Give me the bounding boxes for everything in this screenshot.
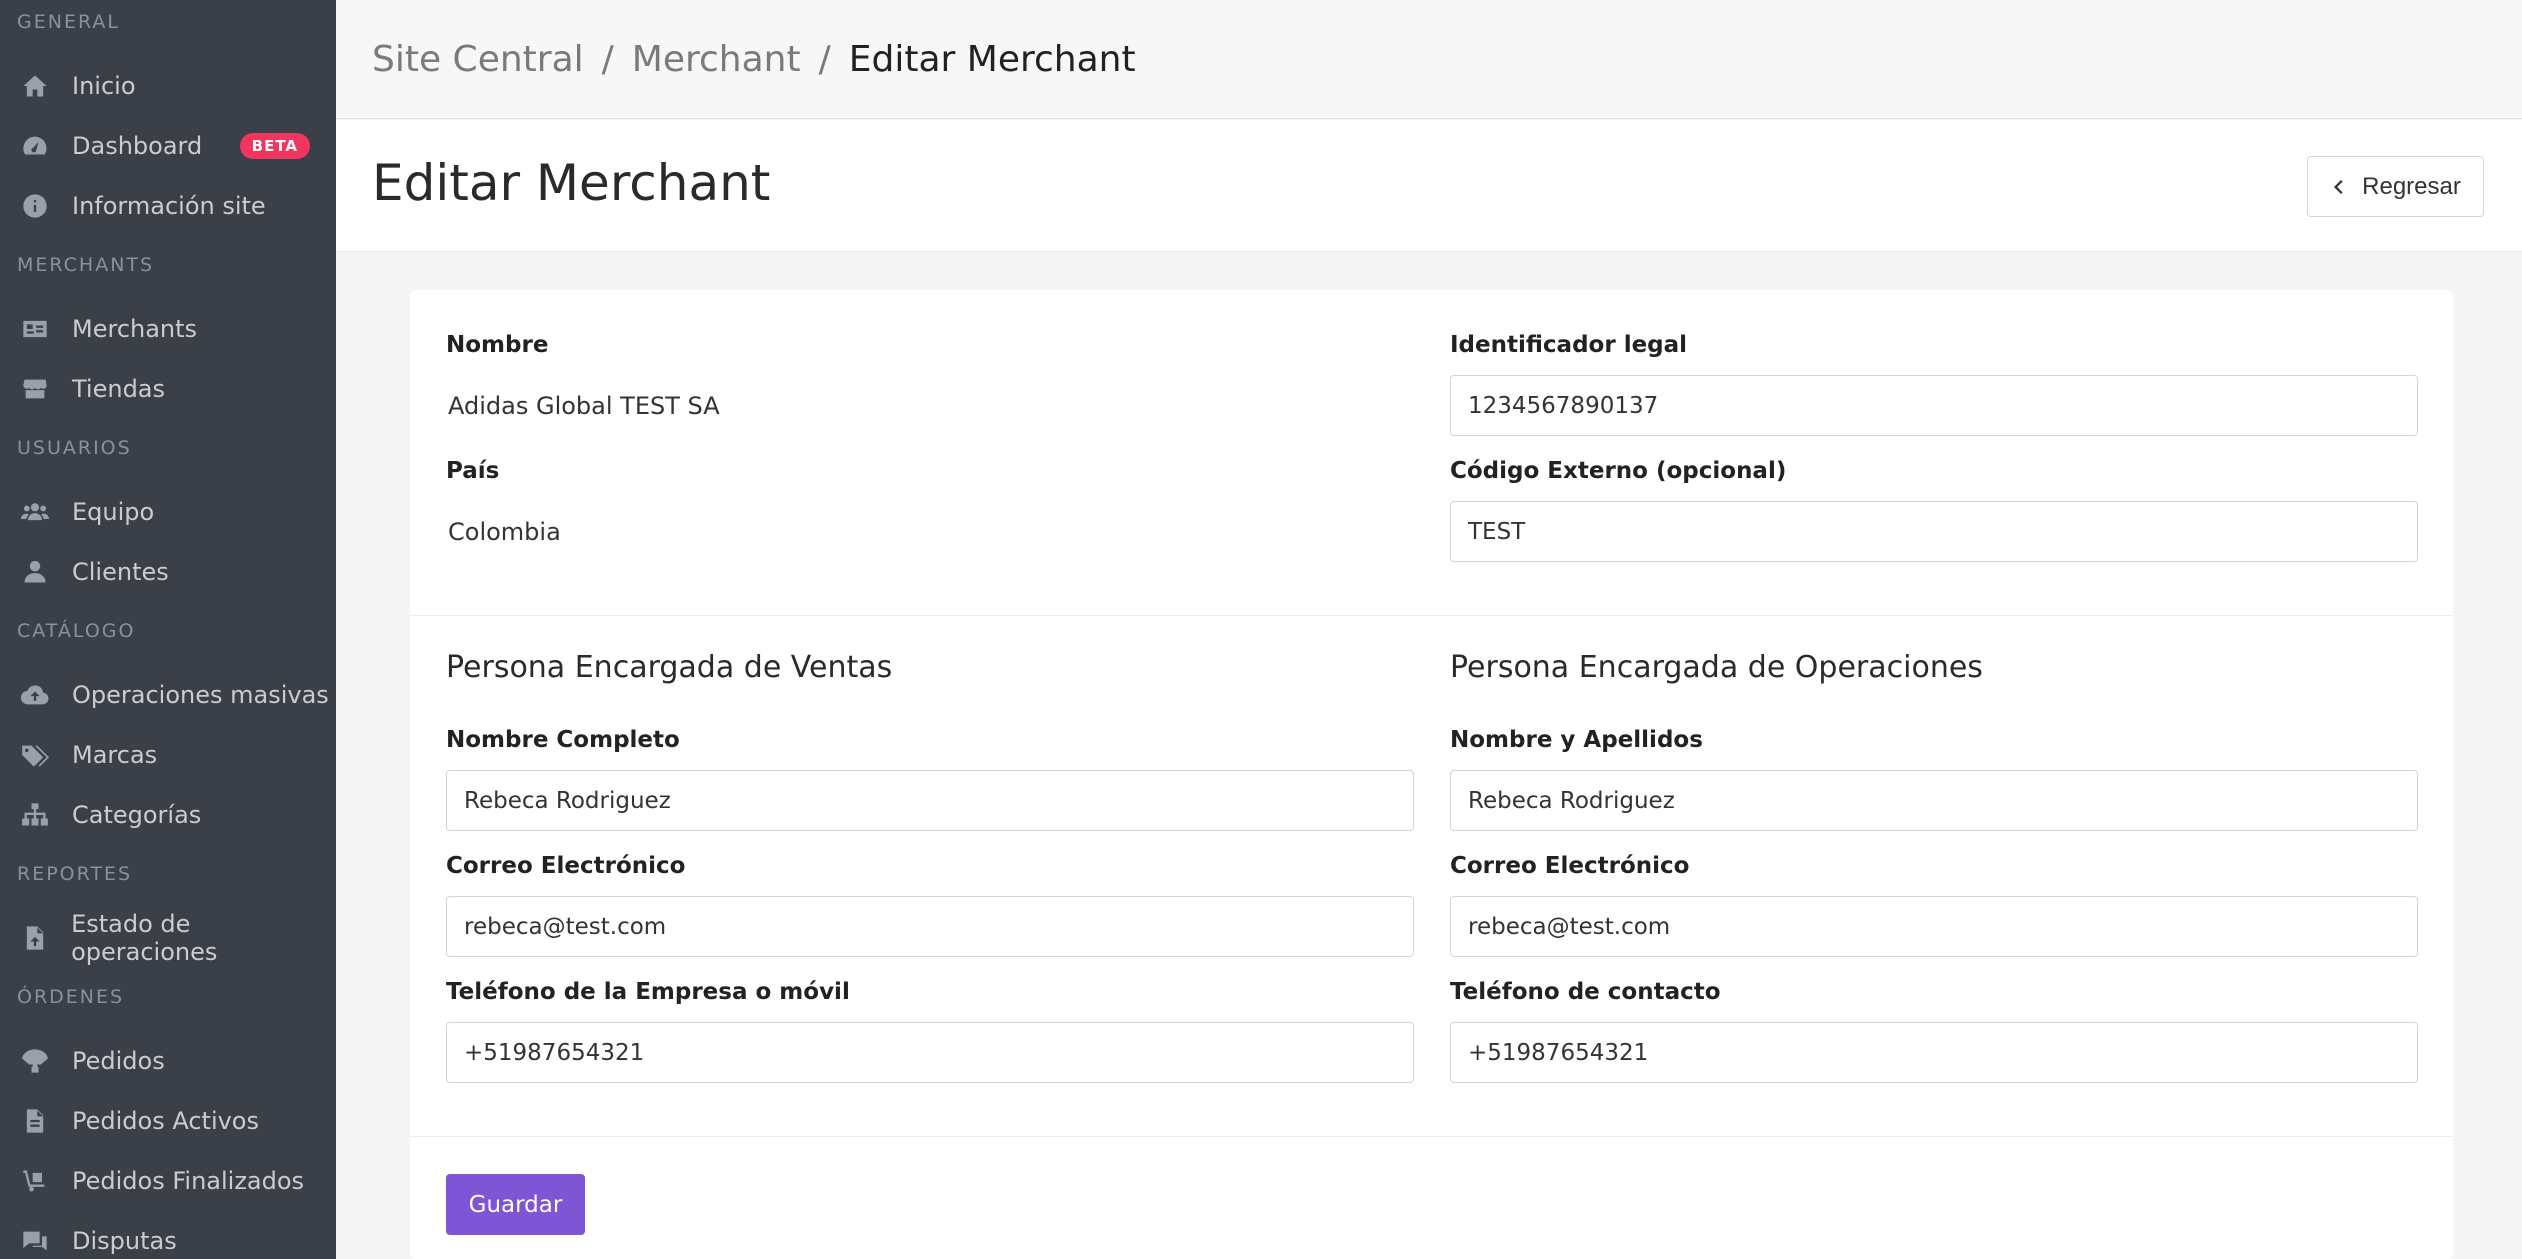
section-title-general: GENERAL — [17, 11, 120, 33]
user-icon — [20, 557, 50, 587]
sidebar-item-disputas[interactable]: Disputas — [0, 1213, 336, 1259]
operaciones-telefono-input[interactable] — [1450, 1022, 2418, 1083]
info-icon — [20, 191, 50, 221]
tags-icon — [20, 740, 50, 770]
sidebar-item-label: Marcas — [72, 741, 158, 769]
sidebar-item-tiendas[interactable]: Tiendas — [0, 361, 336, 417]
cloud-upload-icon — [20, 680, 50, 710]
merchant-form-card: Nombre Adidas Global TEST SA Identificad… — [410, 290, 2453, 1259]
identificador-input[interactable] — [1450, 375, 2418, 436]
back-button[interactable]: Regresar — [2307, 156, 2484, 217]
page-header: Editar Merchant Regresar — [336, 120, 2522, 252]
operaciones-telefono-label: Teléfono de contacto — [1450, 979, 1721, 1005]
section-title-ordenes: ÓRDENES — [17, 986, 125, 1008]
beta-badge: BETA — [239, 133, 310, 159]
sidebar-item-marcas[interactable]: Marcas — [0, 727, 336, 783]
nombre-label: Nombre — [446, 332, 549, 358]
operaciones-nombre-input[interactable] — [1450, 770, 2418, 831]
operaciones-correo-label: Correo Electrónico — [1450, 853, 1690, 879]
sidebar-item-clientes[interactable]: Clientes — [0, 544, 336, 600]
sidebar-item-label: Clientes — [72, 558, 169, 586]
sidebar-item-merchants[interactable]: Merchants — [0, 301, 336, 357]
section-title-usuarios: USUARIOS — [17, 437, 132, 459]
sidebar: GENERAL Inicio Dashboard BETA Informació… — [0, 0, 336, 1259]
sidebar-item-label: Estado de operaciones — [71, 910, 218, 966]
comments-icon — [20, 1226, 50, 1256]
sidebar-item-label: Dashboard — [72, 132, 203, 160]
dolly-icon — [20, 1166, 50, 1196]
back-button-label: Regresar — [2362, 172, 2461, 200]
sidebar-item-info-site[interactable]: Información site — [0, 178, 336, 234]
file-upload-icon — [20, 923, 49, 953]
sidebar-item-categorias[interactable]: Categorías — [0, 787, 336, 843]
section-divider — [410, 615, 2453, 616]
identificador-label: Identificador legal — [1450, 332, 1688, 358]
sidebar-item-label: Equipo — [72, 498, 155, 526]
sidebar-item-pedidos[interactable]: Pedidos — [0, 1033, 336, 1089]
sidebar-item-label: Pedidos Finalizados — [72, 1167, 305, 1195]
codigo-externo-input[interactable] — [1450, 501, 2418, 562]
sitemap-icon — [20, 800, 50, 830]
store-icon — [20, 374, 50, 404]
sidebar-item-label: Pedidos — [72, 1047, 165, 1075]
breadcrumb-merchant[interactable]: Merchant — [632, 39, 801, 80]
page-title: Editar Merchant — [372, 154, 771, 212]
file-text-icon — [20, 1106, 50, 1136]
chevron-left-icon — [2334, 179, 2343, 194]
section-divider — [410, 1136, 2453, 1137]
ventas-correo-label: Correo Electrónico — [446, 853, 686, 879]
sidebar-item-dashboard[interactable]: Dashboard BETA — [0, 118, 336, 174]
ventas-correo-input[interactable] — [446, 896, 1414, 957]
section-title-merchants: MERCHANTS — [17, 254, 155, 276]
breadcrumb-site-central[interactable]: Site Central — [372, 39, 584, 80]
ventas-nombre-label: Nombre Completo — [446, 727, 680, 753]
sidebar-item-operaciones-masivas[interactable]: Operaciones masivas — [0, 667, 336, 723]
home-icon — [20, 71, 50, 101]
breadcrumb-separator: / — [818, 38, 831, 80]
operaciones-nombre-label: Nombre y Apellidos — [1450, 727, 1703, 753]
sidebar-item-label: Disputas — [72, 1227, 177, 1255]
sidebar-item-inicio[interactable]: Inicio — [0, 58, 336, 114]
section-title-reportes: REPORTES — [17, 863, 133, 885]
ventas-telefono-label: Teléfono de la Empresa o móvil — [446, 979, 850, 1005]
breadcrumb: Site Central / Merchant / Editar Merchan… — [336, 0, 2522, 119]
users-icon — [20, 497, 50, 527]
gauge-icon — [20, 131, 50, 161]
operaciones-heading: Persona Encargada de Operaciones — [1450, 650, 1983, 685]
ventas-heading: Persona Encargada de Ventas — [446, 650, 893, 685]
id-card-icon — [20, 314, 50, 344]
sidebar-item-pedidos-activos[interactable]: Pedidos Activos — [0, 1093, 336, 1149]
ventas-telefono-input[interactable] — [446, 1022, 1414, 1083]
codigo-externo-label: Código Externo (opcional) — [1450, 458, 1787, 484]
save-button[interactable]: Guardar — [446, 1174, 585, 1235]
section-title-catalogo: CATÁLOGO — [17, 620, 136, 642]
sidebar-item-label: Operaciones masivas — [72, 681, 329, 709]
sidebar-item-label: Pedidos Activos — [72, 1107, 259, 1135]
parachute-box-icon — [20, 1046, 50, 1076]
sidebar-item-label: Categorías — [72, 801, 202, 829]
sidebar-item-label: Merchants — [72, 315, 198, 343]
sidebar-item-label: Inicio — [72, 72, 136, 100]
nombre-value: Adidas Global TEST SA — [448, 392, 720, 420]
pais-label: País — [446, 458, 500, 484]
sidebar-item-pedidos-finalizados[interactable]: Pedidos Finalizados — [0, 1153, 336, 1209]
breadcrumb-current: Editar Merchant — [848, 38, 1136, 80]
sidebar-item-equipo[interactable]: Equipo — [0, 484, 336, 540]
ventas-nombre-input[interactable] — [446, 770, 1414, 831]
sidebar-item-label: Tiendas — [72, 375, 166, 403]
sidebar-item-label: Información site — [72, 192, 266, 220]
pais-value: Colombia — [448, 518, 561, 546]
breadcrumb-separator: / — [601, 38, 614, 80]
sidebar-item-estado-operaciones[interactable]: Estado de operaciones — [0, 910, 336, 966]
operaciones-correo-input[interactable] — [1450, 896, 2418, 957]
